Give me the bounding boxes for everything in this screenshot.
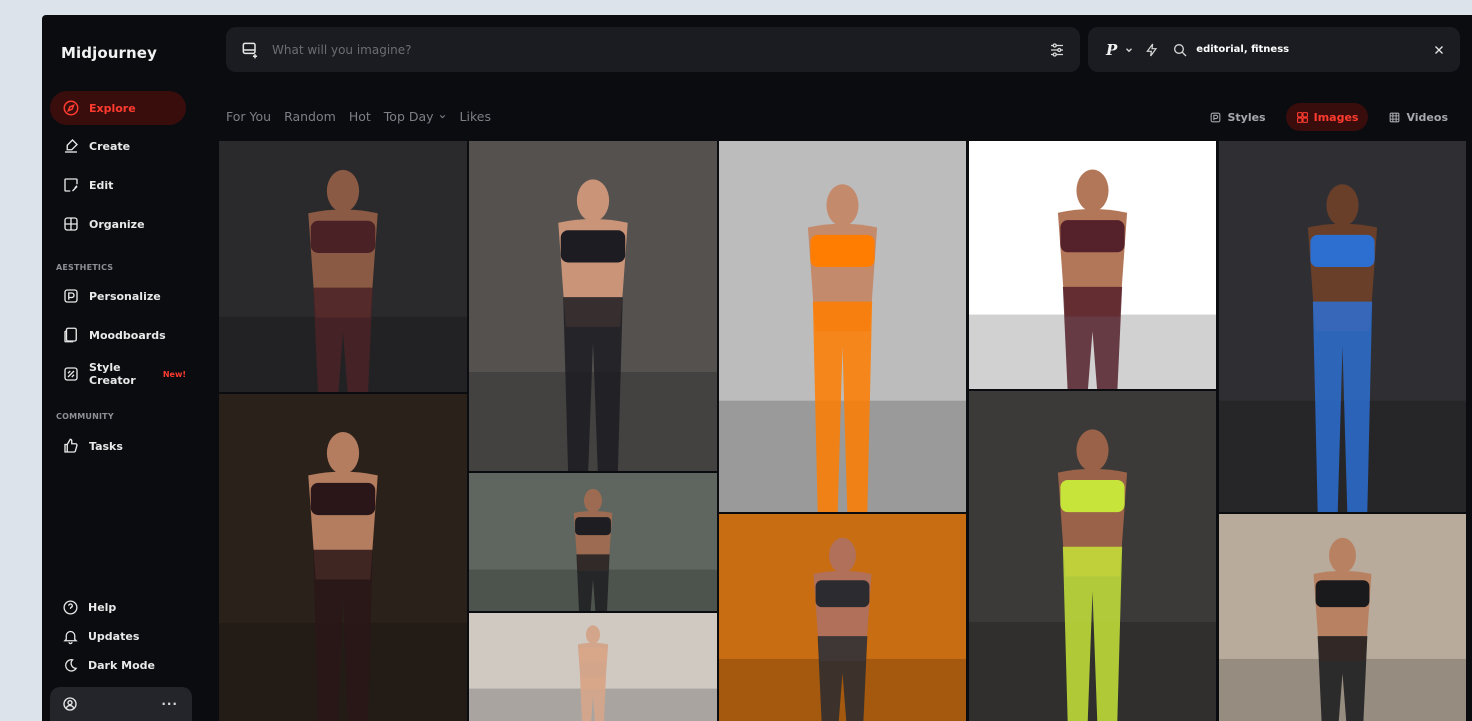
gallery-image[interactable] (469, 141, 717, 471)
settings-sliders-icon[interactable] (1048, 41, 1066, 59)
grid-icon (64, 217, 78, 231)
sidebar-item-style-creator[interactable]: Style Creator New! (50, 357, 186, 391)
gallery-image[interactable] (969, 391, 1216, 721)
avatar-icon (63, 697, 77, 711)
sidebar-item-label: Explore (89, 101, 136, 115)
personalize-icon (64, 289, 78, 303)
tab-images[interactable]: Images (1285, 103, 1369, 131)
gallery-image[interactable] (219, 394, 467, 721)
gallery-image[interactable] (469, 613, 717, 721)
gallery-image[interactable] (1219, 514, 1466, 721)
search-icon (1174, 43, 1187, 56)
sidebar-item-label: Personalize (89, 289, 161, 303)
sidebar-item-label: Edit (89, 178, 114, 192)
photo-figure (969, 429, 1216, 721)
videos-icon (1390, 112, 1400, 122)
gallery-image[interactable] (719, 514, 966, 721)
photo-figure (719, 184, 966, 512)
close-icon[interactable] (1432, 43, 1446, 57)
dark-mode-label: Dark Mode (88, 659, 155, 672)
moodboard-icon (64, 327, 77, 343)
tab-styles[interactable]: Styles (1199, 103, 1275, 131)
styles-icon (1211, 112, 1221, 122)
dark-mode-toggle[interactable]: Dark Mode (62, 657, 155, 674)
sidebar-item-label: Moodboards (89, 328, 166, 342)
tab-videos-label: Videos (1406, 110, 1448, 124)
photo-figure (469, 179, 717, 471)
gallery-image[interactable] (1219, 141, 1466, 512)
gallery-image[interactable] (719, 141, 966, 512)
section-label-community: COMMUNITY (56, 412, 114, 421)
photo-figure (219, 169, 467, 392)
tab-styles-label: Styles (1227, 110, 1266, 124)
sidebar-item-create[interactable]: Create (50, 129, 186, 163)
gallery-image[interactable] (469, 473, 717, 611)
photo-figure (1219, 184, 1466, 512)
tab-images-label: Images (1313, 110, 1359, 124)
photo-figure (469, 488, 717, 611)
paintbrush-icon (65, 139, 78, 153)
sidebar-item-personalize[interactable]: Personalize (50, 279, 186, 313)
bell-icon (63, 630, 78, 645)
tab-hot[interactable]: Hot (349, 109, 371, 124)
lightning-icon[interactable] (1144, 42, 1160, 58)
prompt-input[interactable] (272, 42, 1048, 57)
brand-logo[interactable]: Midjourney (61, 44, 157, 62)
help-link[interactable]: Help (62, 599, 116, 616)
app-window: Midjourney Explore Create Edit Organize … (42, 15, 1472, 721)
updates-link[interactable]: Updates (62, 628, 139, 645)
tab-top-day-label: Top Day (383, 109, 434, 124)
new-badge: New! (162, 369, 186, 379)
tab-videos[interactable]: Videos (1378, 103, 1458, 131)
sidebar-item-label: Style Creator (89, 361, 136, 387)
sidebar-item-label: Create (89, 139, 131, 153)
sidebar-item-label: Tasks (89, 439, 123, 453)
images-icon (1296, 111, 1308, 123)
sidebar-item-edit[interactable]: Edit (50, 168, 186, 202)
edit-image-icon (64, 178, 78, 192)
prompt-bar (226, 27, 1080, 72)
tab-top-day[interactable]: Top Day (384, 109, 447, 124)
sidebar-item-label: Organize (89, 217, 145, 231)
photo-figure (219, 432, 467, 721)
sidebar-item-explore[interactable]: Explore (50, 91, 186, 125)
section-label-aesthetics: AESTHETICS (56, 263, 114, 272)
media-type-tabs: Styles Images Videos (1199, 103, 1458, 131)
help-label: Help (88, 601, 117, 614)
search-bar: P (1088, 27, 1460, 72)
more-options-icon[interactable]: ··· (161, 697, 178, 711)
compass-icon (63, 100, 79, 116)
account-menu[interactable]: ··· (50, 687, 192, 721)
style-creator-icon (64, 367, 78, 381)
sidebar: Midjourney Explore Create Edit Organize … (42, 15, 202, 721)
tab-for-you[interactable]: For You (226, 109, 271, 124)
updates-label: Updates (88, 630, 140, 643)
sidebar-item-moodboards[interactable]: Moodboards (50, 318, 186, 352)
chevron-down-icon[interactable] (1124, 45, 1134, 55)
help-circle-icon (63, 600, 78, 615)
gallery-image[interactable] (969, 141, 1216, 389)
tab-likes[interactable]: Likes (460, 109, 491, 124)
photo-figure (719, 537, 966, 721)
thumbs-up-icon (64, 438, 78, 453)
search-input[interactable] (1196, 44, 1432, 55)
gallery-image[interactable] (219, 141, 467, 392)
photo-figure (969, 169, 1216, 389)
sidebar-item-organize[interactable]: Organize (50, 207, 186, 241)
sidebar-item-tasks[interactable]: Tasks (50, 429, 186, 463)
feed-tabs: For You Random Hot Top Day Likes (226, 109, 491, 124)
moon-icon (65, 659, 78, 672)
tab-random[interactable]: Random (284, 109, 336, 124)
chevron-down-icon (439, 115, 445, 119)
photo-figure (1219, 537, 1466, 721)
add-image-icon[interactable] (240, 40, 260, 60)
personalize-toggle[interactable]: P (1106, 41, 1117, 59)
photo-figure (469, 625, 717, 721)
